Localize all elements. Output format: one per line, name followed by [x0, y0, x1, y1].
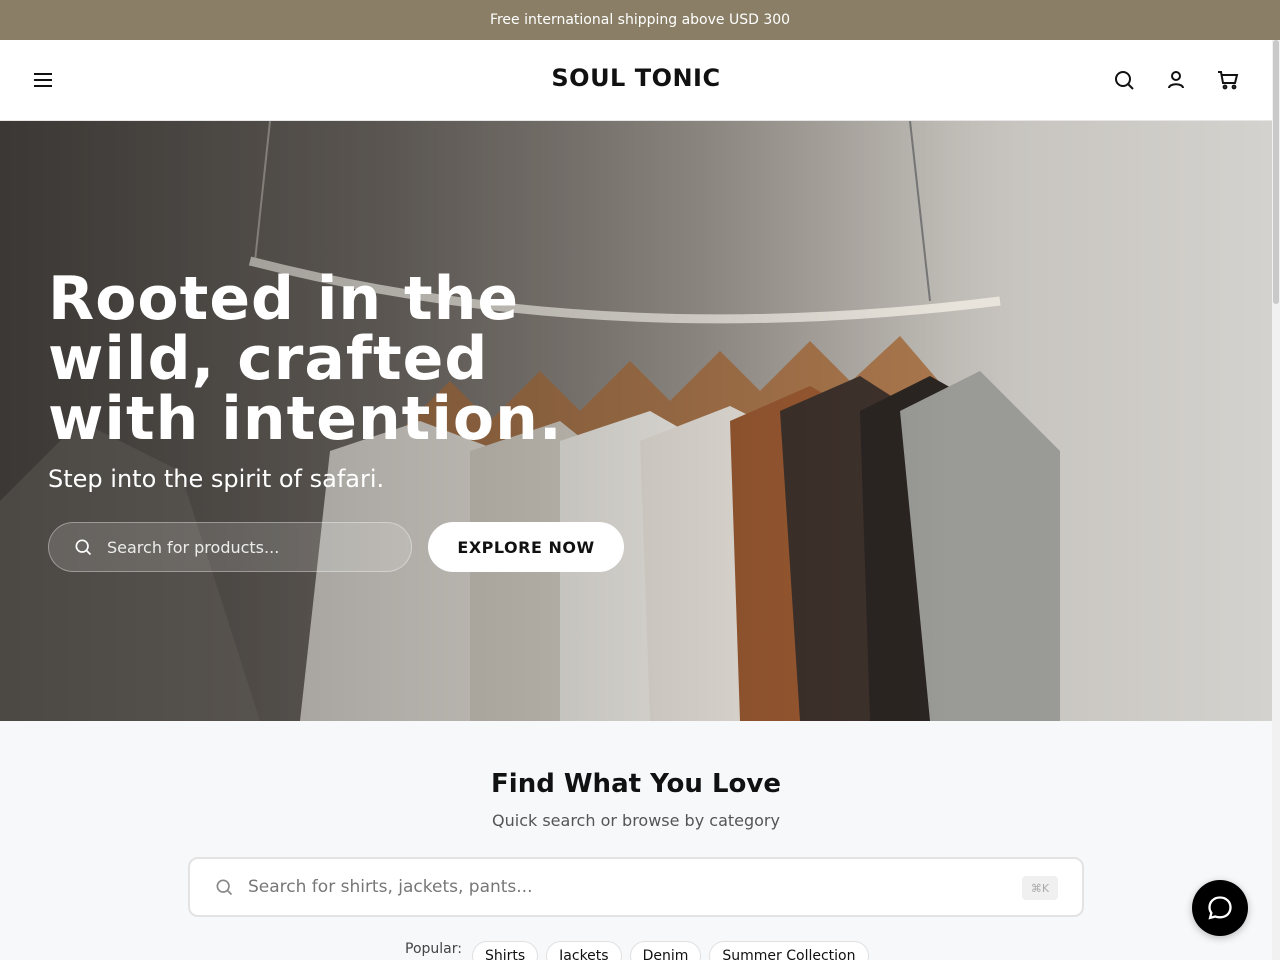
account-button[interactable]: [1164, 68, 1188, 92]
popular-tag-jackets[interactable]: Jackets: [546, 941, 622, 960]
chat-button[interactable]: [1192, 880, 1248, 936]
brand-logo[interactable]: SOUL TONIC: [0, 64, 1272, 92]
keyboard-shortcut-badge: ⌘K: [1022, 876, 1058, 900]
popular-label: Popular:: [405, 941, 462, 957]
product-search-bar[interactable]: ⌘K: [188, 857, 1084, 917]
search-icon: [216, 879, 233, 896]
site-header: SOUL TONIC: [0, 40, 1272, 121]
hero-banner: Rooted in the wild, crafted with intenti…: [0, 121, 1272, 721]
find-section: Find What You Love Quick search or brows…: [0, 721, 1272, 960]
popular-tag-shirts[interactable]: Shirts: [471, 941, 539, 960]
hero-subtitle: Step into the spirit of safari.: [48, 465, 385, 493]
popular-tags: Popular: Shirts Jackets Denim Summer Col…: [405, 941, 869, 960]
find-section-title: Find What You Love: [491, 769, 781, 799]
search-button[interactable]: [1112, 68, 1136, 92]
page-scrollbar-thumb[interactable]: [1273, 40, 1279, 304]
announcement-text: Free international shipping above USD 30…: [489, 12, 791, 28]
explore-now-button[interactable]: EXPLORE NOW: [428, 522, 624, 572]
chat-bubble-icon: [1208, 896, 1232, 920]
search-icon: [75, 539, 92, 556]
announcement-bar: Free international shipping above USD 30…: [0, 0, 1280, 40]
product-search-input[interactable]: [248, 877, 988, 897]
account-icon: [1168, 71, 1184, 89]
hero-search-bar[interactable]: [48, 522, 412, 572]
find-section-subtitle: Quick search or browse by category: [492, 811, 780, 830]
hero-search-input[interactable]: [107, 537, 387, 557]
popular-tag-summer-collection[interactable]: Summer Collection: [709, 941, 869, 960]
hero-title: Rooted in the wild, crafted with intenti…: [48, 264, 563, 454]
popular-tag-denim[interactable]: Denim: [629, 941, 702, 960]
search-icon: [1115, 71, 1134, 90]
cart-icon: [1218, 71, 1239, 90]
cart-button[interactable]: [1216, 68, 1240, 92]
